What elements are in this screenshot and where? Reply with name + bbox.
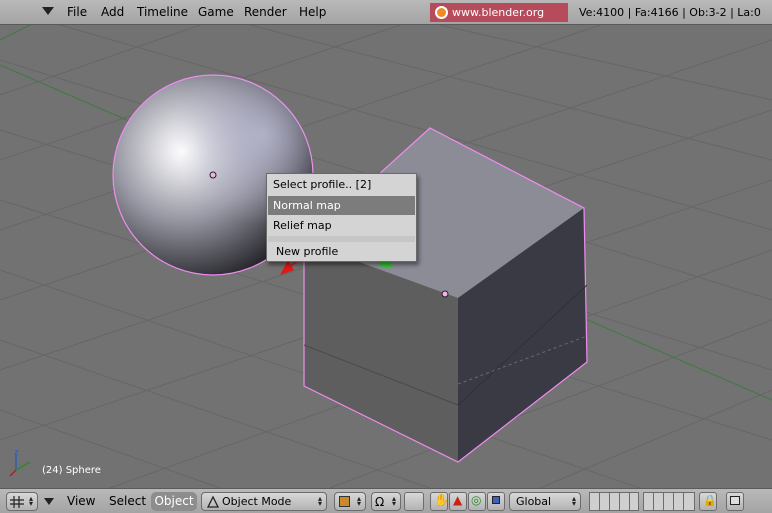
scene-stats: Ve:4100 | Fa:4166 | Ob:3-2 | La:0 [579, 6, 761, 19]
3d-viewport[interactable]: z (24) Sphere Select profile.. [2] Norma… [0, 25, 772, 488]
popup-item-new-profile[interactable]: New profile [268, 242, 415, 261]
menu-help[interactable]: Help [299, 5, 326, 19]
menu-view[interactable]: View [67, 494, 95, 508]
pivot-selector[interactable]: Ω ▴ ▾ [371, 492, 401, 511]
view3d-header: ▴ ▾ View Select Object Object Mode ▴ ▾ ▴ ▾ … [0, 488, 772, 513]
popup-item-normal-map[interactable]: Normal map [268, 196, 415, 215]
menu-object[interactable]: Object [151, 492, 197, 511]
active-object-label: (24) Sphere [42, 465, 101, 476]
menu-game[interactable]: Game [198, 5, 234, 19]
layer-buttons-left[interactable] [589, 492, 639, 511]
pivot-icon: Ω [375, 495, 385, 509]
updown-icon: ▴ ▾ [356, 494, 361, 508]
menu-timeline[interactable]: Timeline [137, 5, 188, 19]
render-preview-icon[interactable] [726, 492, 744, 511]
blender-logo-icon [435, 6, 448, 19]
updown-icon: ▴ ▾ [317, 494, 322, 508]
menu-select[interactable]: Select [109, 494, 146, 508]
blender-brand-banner: www.blender.org 245 [430, 3, 568, 38]
updown-icon: ▴ ▾ [28, 494, 33, 508]
top-menu-bar: File Add Timeline Game Render Help www.b… [0, 0, 772, 38]
rotate-manipulator-icon[interactable]: ◎ [468, 492, 486, 511]
orientation-selector[interactable]: Global ▴ ▾ [509, 492, 581, 511]
translate-manipulator-icon[interactable]: ▲ [449, 492, 467, 511]
collapse-menu-triangle-icon[interactable] [42, 7, 54, 15]
y-axis-line [0, 25, 31, 41]
scale-manipulator-icon[interactable] [487, 492, 505, 511]
updown-icon: ▴ ▾ [391, 494, 396, 508]
orientation-label: Global [516, 495, 552, 508]
updown-icon: ▴ ▾ [571, 494, 576, 508]
lock-icon[interactable]: 🔒 [699, 492, 717, 511]
sphere-origin-dot [209, 171, 217, 179]
hand-manipulator-icon[interactable]: ✋ [430, 492, 449, 511]
menu-file[interactable]: File [67, 5, 87, 19]
transform-widget-toggle-icon[interactable] [404, 492, 424, 511]
menu-add[interactable]: Add [101, 5, 124, 19]
editor-type-selector[interactable]: ▴ ▾ [6, 492, 38, 511]
cube-origin-dot [441, 290, 449, 298]
menu-render[interactable]: Render [244, 5, 287, 19]
mode-label: Object Mode [222, 495, 292, 508]
grid-editor-icon [10, 496, 24, 508]
axis-gizmo-label: z [14, 448, 19, 458]
popup-item-relief-map[interactable]: Relief map [268, 216, 415, 235]
cube-draw-icon [339, 496, 350, 507]
profile-popup-menu: Select profile.. [2] Normal map Relief m… [266, 173, 417, 262]
draw-type-selector[interactable]: ▴ ▾ [334, 492, 366, 511]
mode-selector[interactable]: Object Mode ▴ ▾ [201, 492, 327, 511]
object-mode-icon [206, 495, 220, 508]
layer-buttons-right[interactable] [643, 492, 695, 511]
window-type-icon[interactable] [8, 4, 28, 20]
collapse-header-triangle-icon[interactable] [44, 498, 54, 505]
manipulator-x-arrow-icon [280, 260, 294, 275]
popup-item-select-profile[interactable]: Select profile.. [2] [268, 175, 415, 194]
